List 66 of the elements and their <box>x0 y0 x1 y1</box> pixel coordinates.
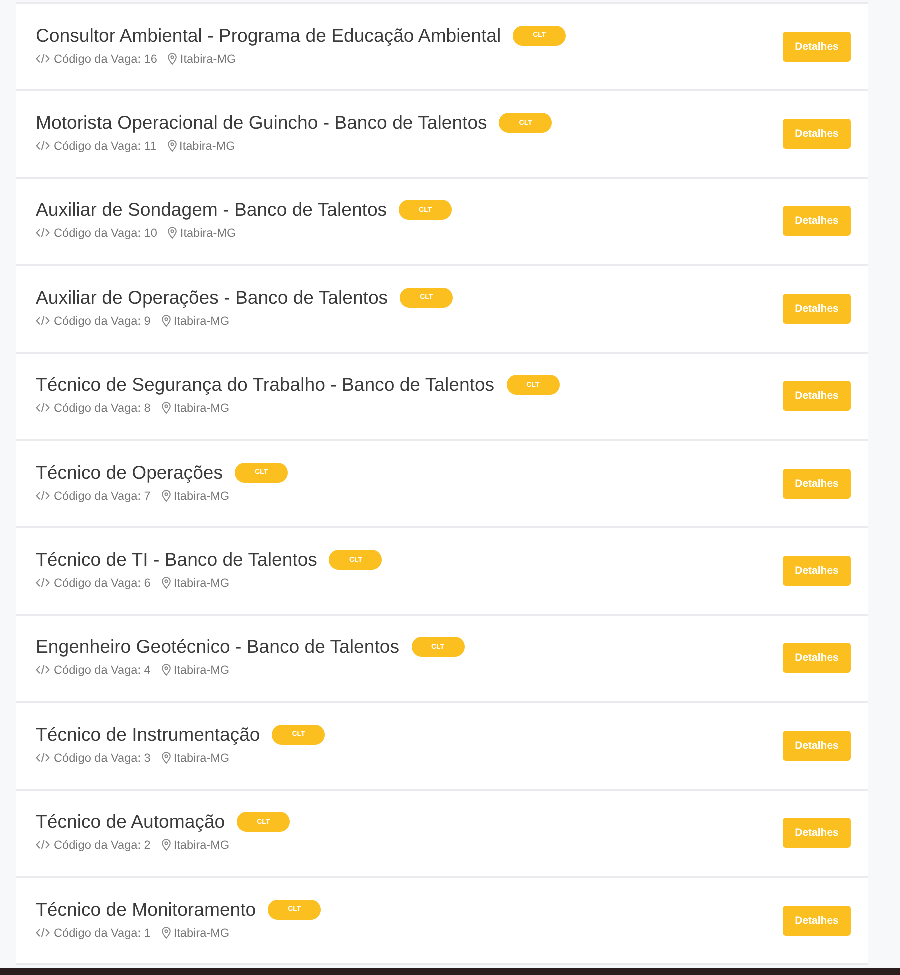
job-title: Técnico de Instrumentação <box>36 724 260 746</box>
details-button[interactable]: Detalhes <box>783 32 851 62</box>
job-code: Código da Vaga: 11 <box>54 139 157 154</box>
job-location: Itabira-MG <box>174 401 230 416</box>
job-location: Itabira-MG <box>180 139 236 154</box>
details-button[interactable]: Detalhes <box>783 381 851 412</box>
job-location: Itabira-MG <box>180 52 236 66</box>
job-title: Auxiliar de Sondagem - Banco de Talentos <box>36 199 388 222</box>
job-location: Itabira-MG <box>180 226 236 240</box>
job-title: Técnico de Monitoramento <box>36 898 256 921</box>
job-code: Código da Vaga: 3 <box>54 750 151 765</box>
details-button[interactable]: Detalhes <box>783 643 851 674</box>
job-title: Motorista Operacional de Guincho - Banco de Talentos <box>36 112 488 134</box>
job-code: Código da Vaga: 1 <box>54 926 151 940</box>
job-location: Itabira-MG <box>174 838 230 852</box>
code-icon <box>36 228 50 238</box>
job-location: Itabira-MG <box>174 314 230 328</box>
details-button[interactable]: Detalhes <box>783 556 851 586</box>
map-pin-icon <box>162 314 171 327</box>
job-title: Técnico de Operações <box>36 462 224 484</box>
job-code: Código da Vaga: 16 <box>54 52 158 66</box>
code-icon <box>36 665 50 676</box>
details-button[interactable]: Detalhes <box>783 468 851 499</box>
code-icon <box>36 141 50 152</box>
map-pin-icon <box>162 752 171 764</box>
details-button[interactable]: Detalhes <box>783 818 851 848</box>
code-icon <box>36 752 50 763</box>
map-pin-icon <box>162 402 171 414</box>
details-button[interactable]: Detalhes <box>783 294 851 324</box>
map-pin-icon <box>168 52 178 65</box>
map-pin-icon <box>162 926 171 939</box>
details-button[interactable]: Detalhes <box>783 906 851 936</box>
details-button[interactable]: Detalhes <box>783 206 851 236</box>
job-location: Itabira-MG <box>174 488 230 503</box>
job-code: Código da Vaga: 9 <box>54 314 151 328</box>
job-code: Código da Vaga: 6 <box>54 576 151 590</box>
code-icon <box>36 840 50 850</box>
job-location: Itabira-MG <box>174 750 230 765</box>
job-title: Técnico de Automação <box>36 811 226 834</box>
job-title: Engenheiro Geotécnico - Banco de Talentos <box>36 636 400 658</box>
job-code: Código da Vaga: 7 <box>54 488 151 503</box>
code-icon <box>36 578 50 588</box>
map-pin-icon <box>162 577 171 590</box>
map-pin-icon <box>162 664 171 676</box>
job-code: Código da Vaga: 4 <box>54 663 151 678</box>
code-icon <box>36 490 50 501</box>
job-code: Código da Vaga: 2 <box>54 838 151 852</box>
code-icon <box>36 54 50 64</box>
map-pin-icon <box>168 140 177 152</box>
job-title: Consultor Ambiental - Programa de Educação Ambiental <box>36 24 502 47</box>
details-button[interactable]: Detalhes <box>783 730 851 761</box>
map-pin-icon <box>168 227 178 240</box>
job-location: Itabira-MG <box>174 926 230 940</box>
map-pin-icon <box>162 839 171 852</box>
job-location: Itabira-MG <box>174 663 230 678</box>
code-icon <box>36 316 50 326</box>
job-code: Código da Vaga: 10 <box>54 226 158 240</box>
details-button[interactable]: Detalhes <box>783 119 851 150</box>
job-title: Auxiliar de Operações - Banco de Talentos <box>36 286 388 309</box>
job-title: Técnico de TI - Banco de Talentos <box>36 549 318 572</box>
code-icon <box>36 928 50 938</box>
job-location: Itabira-MG <box>174 576 230 590</box>
job-title: Técnico de Segurança do Trabalho - Banco de Talentos <box>36 374 495 396</box>
map-pin-icon <box>162 490 171 502</box>
code-icon <box>36 403 50 414</box>
job-code: Código da Vaga: 8 <box>54 401 151 416</box>
